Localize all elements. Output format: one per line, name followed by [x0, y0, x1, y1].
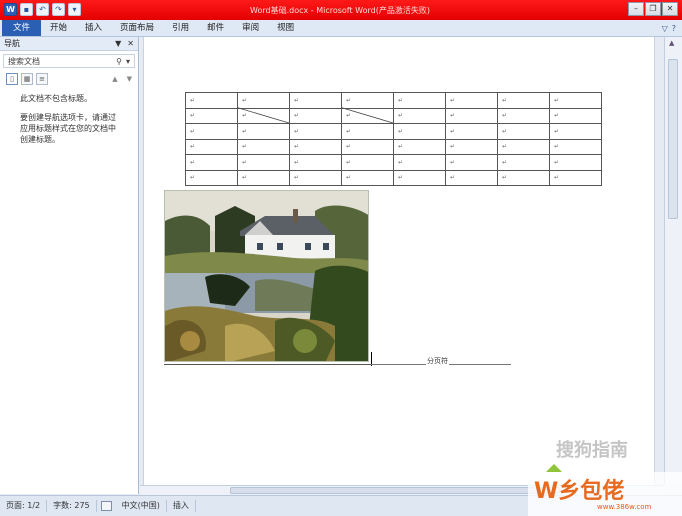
diagonal-line-1 [236, 107, 290, 124]
table-cell[interactable]: ↵ [289, 154, 342, 171]
navigation-pane: 导航 ▼ ✕ 搜索文档 ⚲ ▾ ▯ ▦ ≡ ▲ ▼ 此文档不包含标题。 要创建导… [0, 37, 139, 494]
nav-title: 导航 [4, 39, 20, 48]
nav-message-line1: 此文档不包含标题。 [20, 94, 92, 103]
vertical-scrollbar[interactable]: ▲ [664, 37, 682, 485]
tab-page-layout[interactable]: 页面布局 [111, 20, 163, 36]
nav-view-tabs: ▯ ▦ ≡ ▲ ▼ [0, 71, 138, 87]
browse-results-icon[interactable]: ≡ [36, 73, 48, 85]
table-cell[interactable]: ↵ [393, 154, 446, 171]
landscape-image [165, 191, 368, 361]
table-cell[interactable]: ↵ [445, 169, 498, 186]
nav-message-line2: 要创建导航选项卡，请通过应用标题样式在您的文档中创建标题。 [20, 113, 116, 144]
tab-insert[interactable]: 插入 [76, 20, 111, 36]
search-icon[interactable]: ⚲ [116, 57, 122, 66]
page-break-label: 分页符 [426, 356, 449, 366]
table-cell[interactable]: ↵ [549, 138, 602, 155]
restore-icon[interactable]: ❐ [645, 2, 661, 16]
page-break-marker[interactable]: 分页符 [371, 355, 513, 367]
table-cell[interactable]: ↵ [237, 154, 290, 171]
ribbon-tabs: 文件 开始 插入 页面布局 引用 邮件 审阅 视图 ▽ ? [0, 20, 682, 37]
table-cell[interactable]: ↵ [341, 138, 394, 155]
horizontal-scroll-thumb[interactable] [230, 487, 560, 494]
nav-search-box[interactable]: 搜索文档 ⚲ ▾ [3, 54, 135, 68]
status-words[interactable]: 字数: 275 [47, 500, 97, 512]
table-cell[interactable]: ↵ [497, 169, 550, 186]
status-mode[interactable]: 插入 [167, 500, 196, 512]
table-cell[interactable]: ↵ [185, 138, 238, 155]
table-cell[interactable]: ↵ [289, 138, 342, 155]
scroll-up-icon[interactable]: ▲ [669, 39, 674, 47]
diagonal-line-2 [340, 107, 394, 124]
previous-arrow-icon[interactable]: ▲ [112, 75, 117, 83]
title-bar: W ▪ ↶ ↷ ▾ Word基础.docx - Microsoft Word(产… [0, 0, 682, 20]
ribbon-right-controls: ▽ ? [662, 20, 682, 36]
site-watermark-url: www.386w.com [597, 503, 652, 511]
word-logo-icon[interactable]: W [4, 3, 17, 16]
table-cell[interactable]: ↵ [393, 138, 446, 155]
search-dropdown-icon[interactable]: ▾ [126, 57, 130, 66]
help-icon[interactable]: ? [672, 24, 676, 33]
expand-ribbon-icon[interactable]: ▽ [662, 24, 668, 33]
table-cell[interactable]: ↵ [237, 138, 290, 155]
status-page[interactable]: 页面: 1/2 [0, 500, 48, 512]
window-title: Word基础.docx - Microsoft Word(产品激活失败) [250, 6, 430, 15]
table-cell[interactable]: ↵ [237, 169, 290, 186]
table-cell[interactable]: ↵ [341, 169, 394, 186]
minimize-icon[interactable]: – [628, 2, 644, 16]
table-cell[interactable]: ↵ [289, 169, 342, 186]
window-controls: – ❐ ✕ [628, 2, 678, 16]
nav-message: 此文档不包含标题。 要创建导航选项卡，请通过应用标题样式在您的文档中创建标题。 [0, 87, 138, 145]
tab-review[interactable]: 审阅 [233, 20, 268, 36]
table-cell[interactable]: ↵ [497, 138, 550, 155]
site-watermark-brand: W乡包佬 [534, 478, 624, 504]
table-cell[interactable]: ↵ [185, 154, 238, 171]
browse-headings-icon[interactable]: ▯ [6, 73, 18, 85]
save-icon[interactable]: ▪ [20, 3, 33, 16]
inserted-picture[interactable] [164, 190, 369, 362]
browse-pages-icon[interactable]: ▦ [21, 73, 33, 85]
table-row: ↵ ↵ ↵ ↵ ↵ ↵ ↵ ↵ [185, 154, 602, 171]
document-area: ↵ ↵ ↵ ↵ ↵ ↵ ↵ ↵ ↵ ↵ ↵ ↵ ↵ ↵ ↵ ↵ ↵ ↵ ↵ ↵ ↵ ↵ ↵ ↵ ↵ ↵ ↵ ↵ ↵ ↵ ↵ ↵ ↵ ↵ ↵ ↵ ↵ ↵ ↵ ↵… [140, 37, 664, 485]
tab-view[interactable]: 视图 [268, 20, 303, 36]
nav-dropdown-icon[interactable]: ▼ [115, 39, 121, 48]
status-language[interactable]: 中文(中国) [116, 500, 167, 512]
table-cell[interactable]: ↵ [341, 154, 394, 171]
redo-icon[interactable]: ↷ [52, 3, 65, 16]
table-row: ↵ ↵ ↵ ↵ ↵ ↵ ↵ ↵ [185, 138, 602, 155]
customize-qat-icon[interactable]: ▾ [68, 3, 81, 16]
table-cell[interactable]: ↵ [497, 154, 550, 171]
table-row: ↵ ↵ ↵ ↵ ↵ ↵ ↵ ↵ [185, 169, 602, 186]
close-icon[interactable]: ✕ [662, 2, 678, 16]
quick-access-toolbar: W ▪ ↶ ↷ ▾ [4, 3, 81, 16]
nav-header: 导航 ▼ ✕ [0, 37, 138, 51]
tab-references[interactable]: 引用 [163, 20, 198, 36]
proofing-icon[interactable] [100, 501, 112, 511]
vertical-scroll-thumb[interactable] [668, 59, 678, 219]
table-cell[interactable]: ↵ [445, 154, 498, 171]
table-cell[interactable]: ↵ [393, 169, 446, 186]
tab-file[interactable]: 文件 [2, 20, 42, 36]
nav-close-icon[interactable]: ✕ [127, 39, 134, 48]
table-cell[interactable]: ↵ [549, 154, 602, 171]
tab-mailings[interactable]: 邮件 [198, 20, 233, 36]
table-cell[interactable]: ↵ [445, 138, 498, 155]
table-cell[interactable]: ↵ [549, 169, 602, 186]
nav-search-input[interactable]: 搜索文档 [8, 56, 40, 67]
table-diagonal-lines [236, 107, 394, 124]
document-page[interactable]: ↵ ↵ ↵ ↵ ↵ ↵ ↵ ↵ ↵ ↵ ↵ ↵ ↵ ↵ ↵ ↵ ↵ ↵ ↵ ↵ ↵ ↵ ↵ ↵ ↵ ↵ ↵ ↵ ↵ ↵ ↵ ↵ ↵ ↵ ↵ ↵ ↵ ↵ ↵ ↵… [143, 37, 655, 485]
table-cell[interactable]: ↵ [185, 169, 238, 186]
undo-icon[interactable]: ↶ [36, 3, 49, 16]
next-arrow-icon[interactable]: ▼ [127, 75, 132, 83]
tab-home[interactable]: 开始 [41, 20, 76, 36]
